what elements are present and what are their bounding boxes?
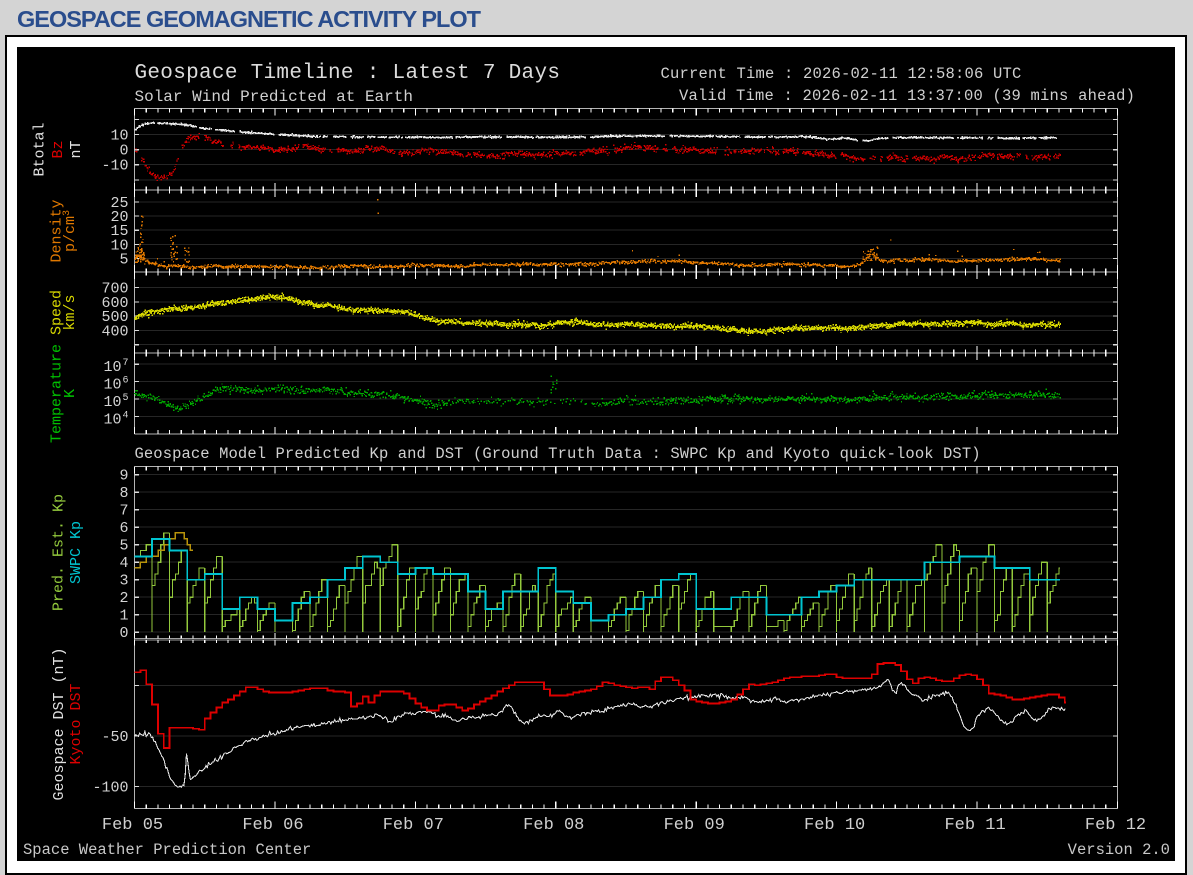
svg-text:7: 7 [122, 358, 128, 369]
svg-text:p/cm3: p/cm3 [61, 210, 78, 252]
svg-text:Kyoto DST: Kyoto DST [68, 683, 85, 764]
svg-text:SWPC Kp: SWPC Kp [68, 521, 85, 584]
svg-text:-100: -100 [92, 779, 128, 796]
svg-text:10: 10 [103, 359, 121, 376]
svg-text:Solar Wind Predicted at Earth: Solar Wind Predicted at Earth [134, 88, 412, 106]
svg-text:Feb 11: Feb 11 [944, 816, 1005, 835]
svg-text:7: 7 [119, 502, 128, 519]
svg-text:Btotal: Btotal [31, 122, 48, 176]
svg-text:4: 4 [122, 410, 128, 421]
svg-text:Geospace Model Predicted Kp an: Geospace Model Predicted Kp and DST (Gro… [134, 445, 980, 463]
svg-text:km/s: km/s [61, 294, 78, 330]
svg-text:5: 5 [119, 537, 128, 554]
svg-text:10: 10 [103, 376, 121, 393]
svg-text:Feb 08: Feb 08 [523, 816, 584, 835]
svg-text:Geospace Timeline : Latest 7 D: Geospace Timeline : Latest 7 Days [134, 62, 560, 85]
svg-text:Feb 10: Feb 10 [804, 816, 865, 835]
svg-text:Feb 12: Feb 12 [1084, 816, 1145, 835]
svg-text:Current Time : 2026-02-11 12:5: Current Time : 2026-02-11 12:58:06 UTC [660, 65, 1021, 83]
svg-text:Bz: Bz [49, 140, 66, 158]
svg-text:Pred. Est. Kp: Pred. Est. Kp [50, 494, 67, 611]
svg-text:400: 400 [101, 323, 128, 340]
svg-text:K: K [61, 389, 78, 398]
svg-text:6: 6 [122, 375, 128, 386]
svg-text:3: 3 [119, 572, 128, 589]
svg-text:-10: -10 [101, 157, 128, 174]
svg-text:Valid Time : 2026-02-11 13:37:: Valid Time : 2026-02-11 13:37:00 (39 min… [679, 87, 1135, 105]
svg-text:Feb 09: Feb 09 [663, 816, 724, 835]
svg-text:10: 10 [103, 394, 121, 411]
svg-text:2: 2 [119, 590, 128, 607]
svg-text:5: 5 [122, 393, 128, 404]
svg-text:9: 9 [119, 467, 128, 484]
svg-text:nT: nT [68, 140, 85, 158]
svg-text:10: 10 [103, 411, 121, 428]
svg-text:8: 8 [119, 485, 128, 502]
svg-text:Feb 05: Feb 05 [101, 816, 162, 835]
svg-text:Version 2.0: Version 2.0 [1067, 841, 1169, 859]
svg-text:4: 4 [119, 555, 128, 572]
svg-text:0: 0 [119, 625, 128, 642]
svg-text:1: 1 [119, 607, 128, 624]
svg-text:-50: -50 [101, 729, 128, 746]
svg-text:Feb 07: Feb 07 [382, 816, 443, 835]
svg-text:Geospace DST (nT): Geospace DST (nT) [51, 647, 68, 800]
svg-text:Space Weather Prediction Cente: Space Weather Prediction Center [23, 841, 311, 859]
svg-text:Feb 06: Feb 06 [242, 816, 303, 835]
svg-text:6: 6 [119, 520, 128, 537]
svg-text:5: 5 [119, 251, 128, 268]
